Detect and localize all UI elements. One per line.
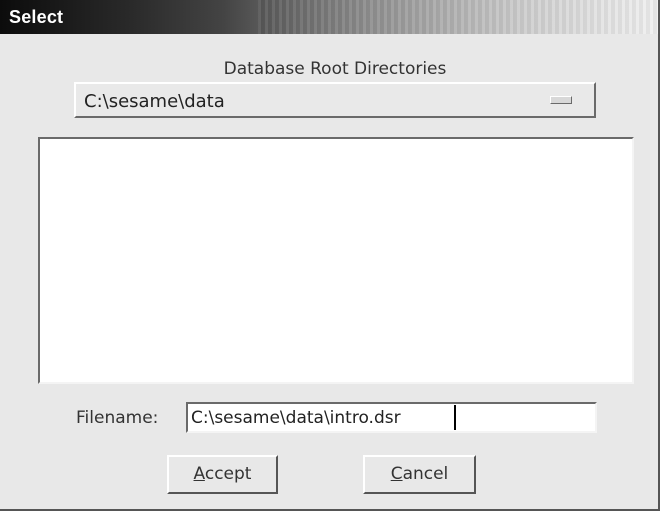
cancel-mnemonic: C bbox=[390, 464, 403, 484]
select-dialog: Select Database Root Directories C:\sesa… bbox=[0, 0, 660, 511]
database-root-directories-label: Database Root Directories bbox=[223, 59, 447, 79]
accept-label-rest: ccept bbox=[204, 464, 252, 484]
accept-mnemonic: A bbox=[193, 464, 205, 484]
cancel-button[interactable]: Cancel bbox=[363, 455, 476, 494]
text-cursor bbox=[454, 405, 456, 430]
title-bar[interactable]: Select bbox=[0, 0, 658, 34]
filename-input[interactable] bbox=[186, 402, 597, 433]
accept-button[interactable]: Accept bbox=[167, 455, 278, 494]
dropdown-indicator-icon[interactable] bbox=[550, 96, 572, 104]
selected-directory-value: C:\sesame\data bbox=[84, 91, 225, 112]
database-root-directory-dropdown[interactable]: C:\sesame\data bbox=[74, 82, 596, 118]
cancel-label-rest: ancel bbox=[402, 464, 449, 484]
filename-label: Filename: bbox=[76, 408, 159, 428]
file-list[interactable] bbox=[38, 137, 634, 384]
title-bar-texture bbox=[258, 0, 658, 34]
window-title: Select bbox=[9, 7, 64, 27]
